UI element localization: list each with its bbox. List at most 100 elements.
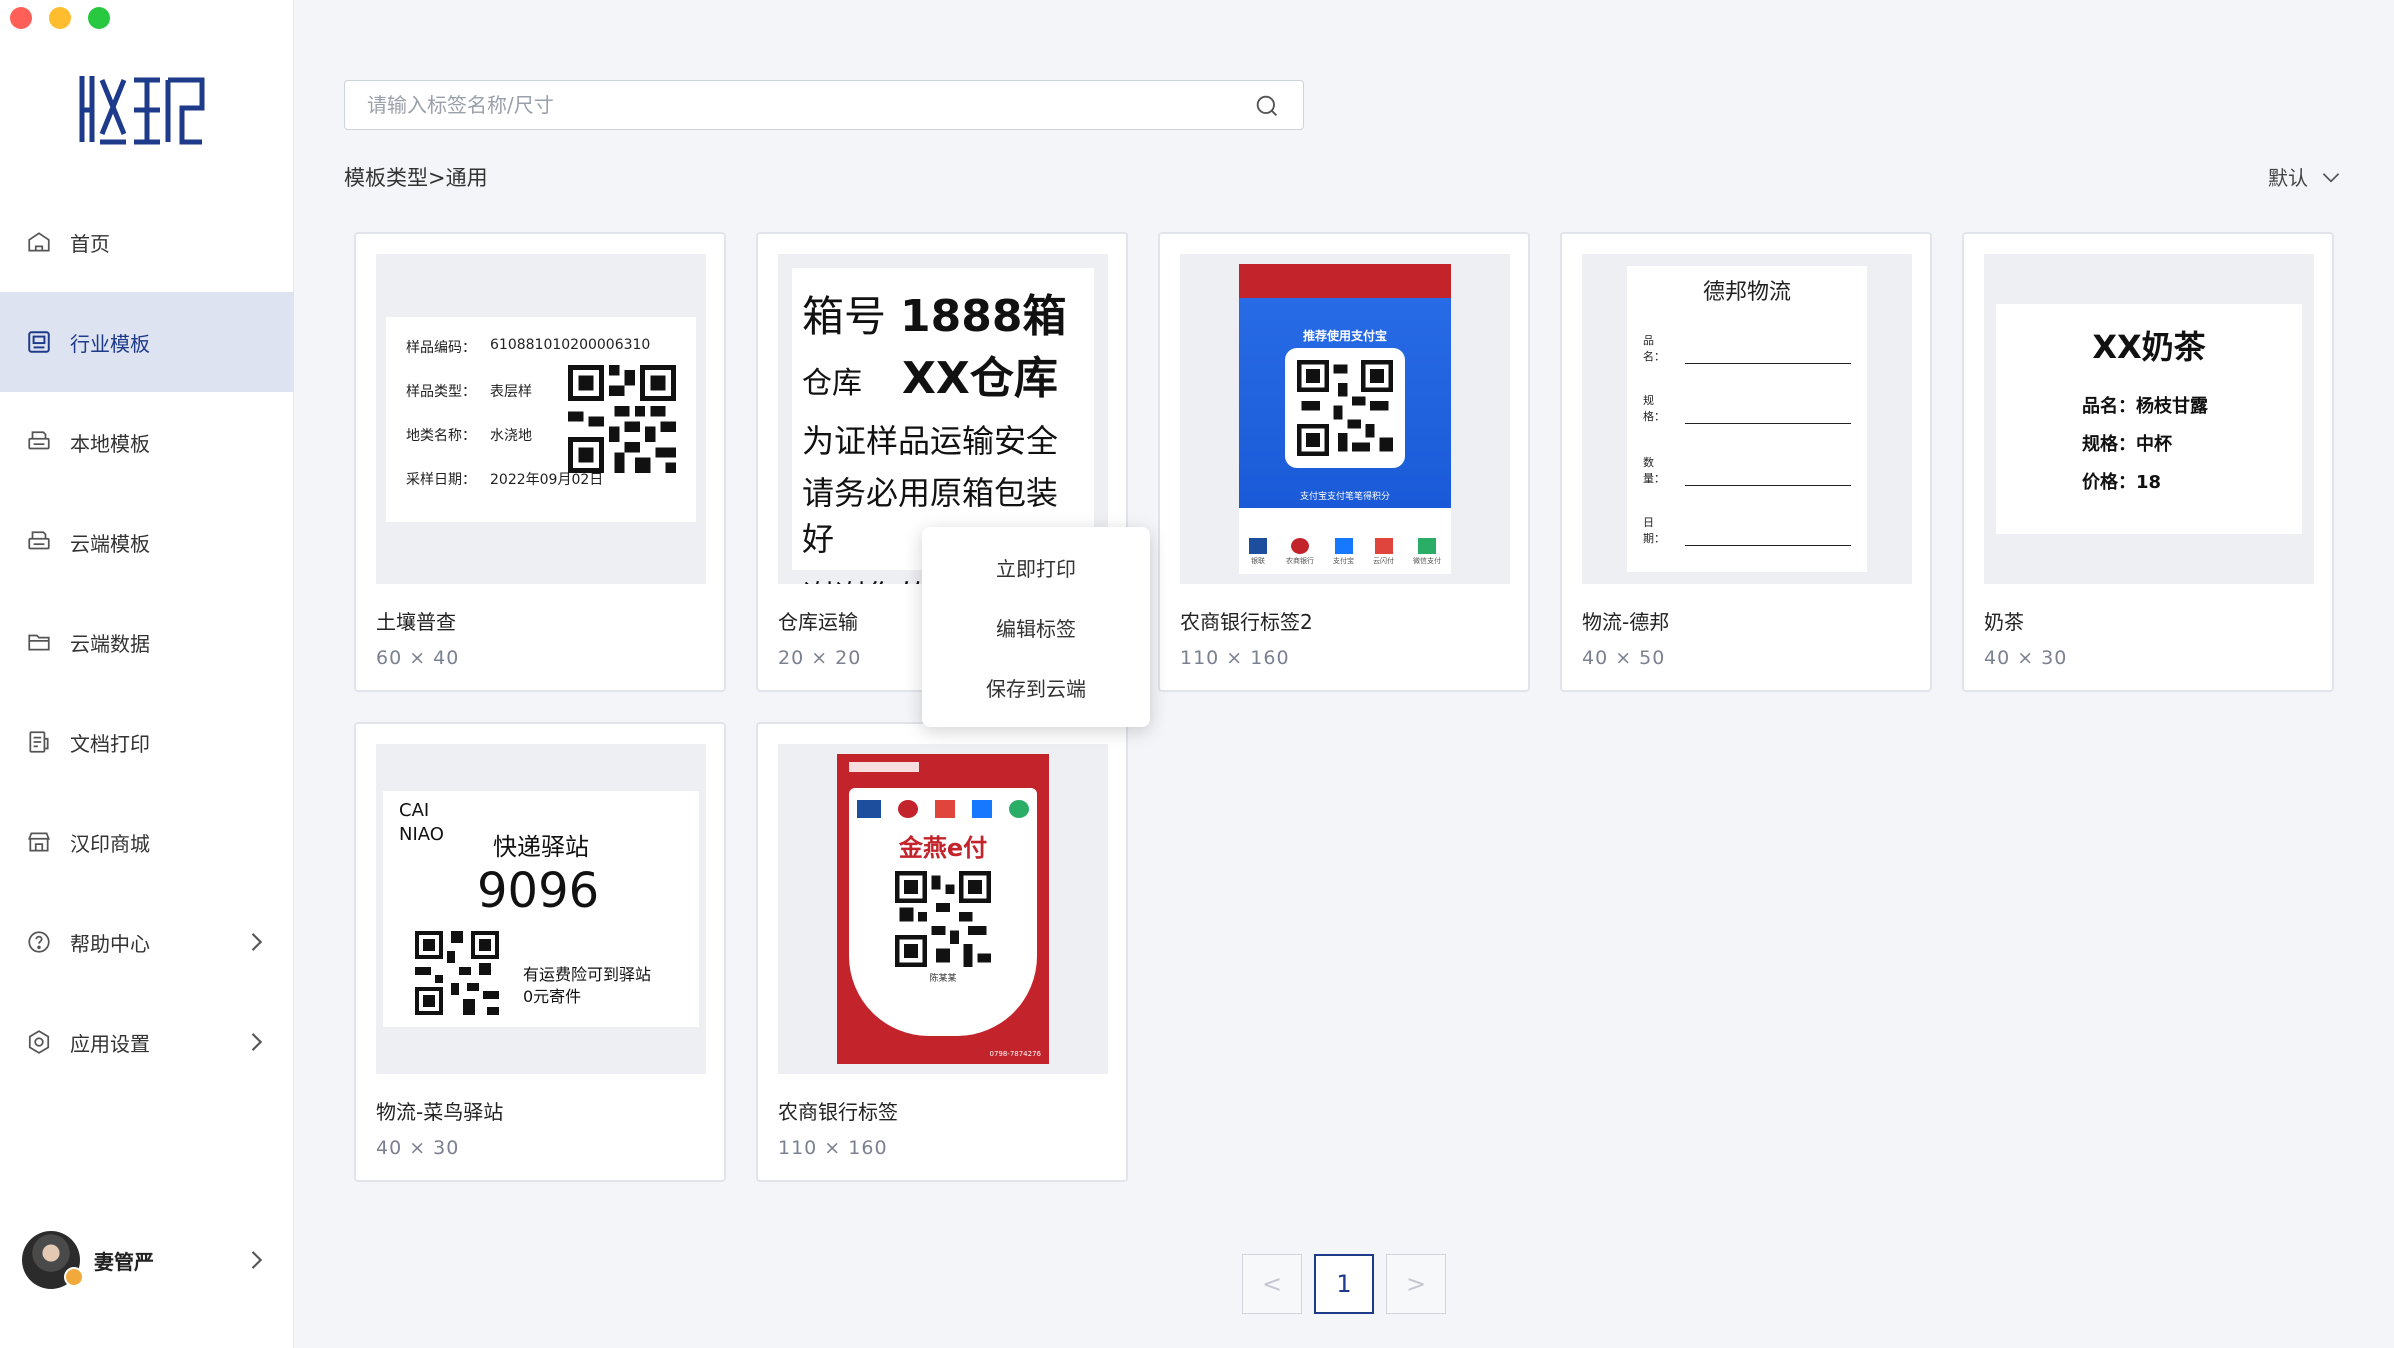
field-value: 610881010200006310	[490, 336, 651, 353]
label-text: 仓库	[802, 366, 862, 401]
qr-code-icon	[415, 931, 499, 1015]
field-label: 规格：	[1643, 394, 1665, 423]
chevron-right-icon	[251, 1251, 263, 1269]
template-size: 40 × 30	[1984, 647, 2068, 669]
print-now-menu-item[interactable]: 立即打印	[922, 537, 1150, 597]
sidebar-item-label: 汉印商城	[70, 831, 150, 856]
template-name: 农商银行标签2	[1180, 610, 1313, 634]
sidebar-item-document-print[interactable]: 文档打印	[0, 692, 294, 792]
sidebar-item-label: 帮助中心	[70, 931, 150, 956]
template-size: 40 × 30	[376, 1137, 460, 1159]
alipay-icon	[971, 800, 992, 818]
template-card[interactable]: XX奶茶 品名：杨枝甘露 规格：中杯 价格：18 奶茶 40 × 30	[1962, 232, 2334, 692]
printer-icon	[24, 427, 54, 457]
sidebar: 首页 行业模板 本地模板 云端模板 云端数据 文档打印 汉印商城 帮助中心 应用…	[0, 0, 294, 1348]
qr-code-icon	[1297, 360, 1393, 456]
template-size: 40 × 50	[1582, 647, 1666, 669]
label-line: 价格：18	[2082, 472, 2162, 493]
template-card[interactable]: 金燕e付 陈某某 0798-7874276 农商银行标签 110 × 160	[756, 722, 1128, 1182]
sidebar-item-help-center[interactable]: 帮助中心	[0, 892, 294, 992]
template-name: 农商银行标签	[778, 1100, 898, 1124]
chevron-down-icon	[2322, 172, 2340, 183]
label-line: 规格：中杯	[2082, 434, 2172, 455]
page-number-button[interactable]: 1	[1314, 1254, 1374, 1314]
sidebar-item-home[interactable]: 首页	[0, 192, 294, 292]
next-page-button[interactable]: >	[1386, 1254, 1446, 1314]
bank-icon	[1291, 538, 1309, 554]
template-card[interactable]: CAI NIAO 快递驿站 9096 有运费险可到驿站 0元寄件 物流-菜鸟驿站…	[354, 722, 726, 1182]
settings-icon	[24, 1027, 54, 1057]
sidebar-item-local-templates[interactable]: 本地模板	[0, 392, 294, 492]
template-card[interactable]: 推荐使用支付宝 支付宝支付笔笔得积分 银联 农商银行 支付宝 云闪付 微信支付 …	[1158, 232, 1530, 692]
help-icon	[24, 927, 54, 957]
alipay-icon	[1334, 538, 1353, 554]
breadcrumb: 模板类型>通用	[344, 166, 488, 190]
field-line	[1685, 545, 1851, 546]
home-icon	[24, 227, 54, 257]
label-title: 德邦物流	[1702, 280, 1791, 305]
icon-label: 农商银行	[1286, 557, 1314, 565]
field-label: 日期：	[1643, 516, 1665, 545]
template-thumbnail: 推荐使用支付宝 支付宝支付笔笔得积分 银联 农商银行 支付宝 云闪付 微信支付	[1180, 254, 1510, 584]
save-to-cloud-menu-item[interactable]: 保存到云端	[922, 657, 1150, 717]
field-line	[1685, 423, 1851, 424]
note-text: 0元寄件	[523, 987, 582, 1006]
user-name: 妻管严	[94, 1249, 154, 1274]
maximize-window-button[interactable]	[88, 7, 110, 29]
chevron-right-icon	[251, 933, 263, 951]
store-icon	[24, 827, 54, 857]
unionpay-icon	[857, 800, 882, 818]
bank-logo-icon	[849, 762, 919, 772]
qr-code-icon	[895, 871, 991, 967]
footer-text: 支付宝支付笔笔得积分	[1299, 492, 1390, 502]
avatar	[22, 1231, 84, 1289]
note-text: 有运费险可到驿站	[523, 965, 652, 984]
field-label: 品名：	[1643, 334, 1665, 363]
sidebar-item-industry-templates[interactable]: 行业模板	[0, 292, 294, 392]
sidebar-item-label: 云端模板	[70, 531, 150, 556]
field-label: 样品编码：	[406, 339, 476, 356]
wechat-pay-icon	[1418, 538, 1436, 554]
edit-label-menu-item[interactable]: 编辑标签	[922, 597, 1150, 657]
printer-icon	[24, 527, 54, 557]
search-bar	[344, 80, 1304, 130]
template-size: 110 × 160	[778, 1137, 888, 1159]
chevron-right-icon	[251, 1033, 263, 1051]
label-line: 品名：杨枝甘露	[2082, 396, 2208, 417]
template-icon	[24, 327, 54, 357]
qr-code-icon	[568, 364, 676, 473]
sidebar-item-label: 首页	[70, 231, 110, 256]
template-thumbnail: 金燕e付 陈某某 0798-7874276	[778, 744, 1108, 1074]
account-name: 陈某某	[929, 974, 957, 984]
field-label: 采样日期：	[406, 471, 476, 488]
label-text: 为证样品运输安全	[802, 422, 1059, 460]
template-name: 土壤普查	[376, 610, 456, 634]
label-title: 快递驿站	[493, 833, 589, 861]
search-icon[interactable]	[1253, 92, 1281, 120]
brand-title: 金燕e付	[898, 834, 988, 862]
folder-icon	[24, 627, 54, 657]
user-profile[interactable]: 妻管严	[22, 1228, 294, 1292]
cloudpay-icon	[1374, 538, 1393, 554]
field-line	[1685, 485, 1851, 486]
sidebar-item-label: 应用设置	[70, 1031, 150, 1056]
search-input[interactable]	[367, 93, 1247, 117]
sidebar-item-app-settings[interactable]: 应用设置	[0, 992, 294, 1092]
template-card[interactable]: 德邦物流 品名： 规格： 数量： 日期： 物流-德邦 40 × 50	[1560, 232, 1932, 692]
template-name: 物流-德邦	[1582, 610, 1670, 634]
field-value: 水浇地	[490, 427, 532, 444]
headline-text: 推荐使用支付宝	[1302, 329, 1387, 343]
close-window-button[interactable]	[10, 7, 32, 29]
prev-page-button[interactable]: <	[1242, 1254, 1302, 1314]
minimize-window-button[interactable]	[49, 7, 71, 29]
template-name: 物流-菜鸟驿站	[376, 1100, 504, 1124]
sort-dropdown[interactable]: 默认	[2268, 162, 2344, 191]
sidebar-item-cloud-data[interactable]: 云端数据	[0, 592, 294, 692]
sidebar-item-store[interactable]: 汉印商城	[0, 792, 294, 892]
icon-label: 微信支付	[1413, 557, 1441, 565]
template-card[interactable]: 样品编码： 610881010200006310 样品类型： 表层样 地类名称： 水浇…	[354, 232, 726, 692]
pagination: < 1 >	[1242, 1254, 1446, 1314]
sort-label: 默认	[2268, 166, 2308, 190]
sidebar-item-cloud-templates[interactable]: 云端模板	[0, 492, 294, 592]
app-logo	[79, 76, 205, 145]
